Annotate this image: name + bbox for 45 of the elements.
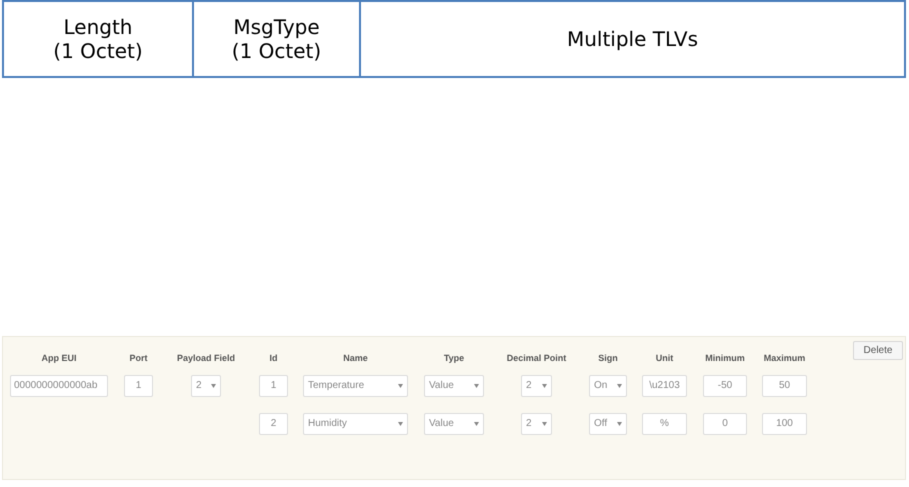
caret-icon	[398, 384, 403, 388]
column-header: Unit	[656, 352, 674, 365]
caret-icon	[617, 422, 622, 426]
maximum-field[interactable]: 50	[762, 374, 807, 396]
field-name: Multiple TLVs	[566, 27, 698, 51]
column-header: Type	[444, 352, 464, 365]
type-select[interactable]: Value	[424, 412, 484, 434]
column-header: Name	[343, 352, 368, 365]
column-header: Sign	[598, 352, 618, 365]
caret-icon	[542, 422, 547, 426]
type-select[interactable]: Value	[424, 374, 484, 396]
unit-field[interactable]: %	[642, 412, 687, 434]
sign-select[interactable]: Off	[589, 412, 627, 434]
caret-icon	[474, 422, 479, 426]
caret-icon	[211, 384, 216, 388]
sign-select[interactable]: On	[589, 374, 627, 396]
field-size: (1 Octet)	[53, 39, 143, 63]
decimal-point-select[interactable]: 2	[521, 374, 552, 396]
unit-field[interactable]: \u2103	[642, 374, 687, 396]
column-header: Minimum	[705, 352, 745, 365]
field-size: (1 Octet)	[232, 39, 322, 63]
maximum-field[interactable]: 100	[762, 412, 807, 434]
column-header: Payload Field	[176, 352, 236, 365]
port-field[interactable]: 1	[124, 374, 153, 396]
delete-button[interactable]: Delete	[853, 341, 903, 360]
minimum-field[interactable]: -50	[703, 374, 747, 396]
field-name: MsgType	[233, 15, 320, 39]
name-select[interactable]: Temperature	[303, 374, 408, 396]
column-header: Maximum	[764, 352, 806, 365]
caret-icon	[542, 384, 547, 388]
column-header: Id	[270, 352, 278, 365]
id-field[interactable]: 1	[259, 374, 288, 396]
name-select[interactable]: Humidity	[303, 412, 408, 434]
id-field[interactable]: 2	[259, 412, 288, 434]
payload-field-select[interactable]: 2	[191, 374, 221, 396]
field-name: Length	[64, 15, 132, 39]
column-header: App EUI	[42, 352, 76, 365]
caret-icon	[617, 384, 622, 388]
minimum-field[interactable]: 0	[703, 412, 747, 434]
column-header: Decimal Point	[506, 352, 566, 365]
caret-icon	[398, 422, 403, 426]
app-eui-field[interactable]: 0000000000000ab	[10, 374, 108, 396]
decimal-point-select[interactable]: 2	[521, 412, 552, 434]
column-header: Port	[130, 352, 148, 365]
caret-icon	[474, 384, 479, 388]
